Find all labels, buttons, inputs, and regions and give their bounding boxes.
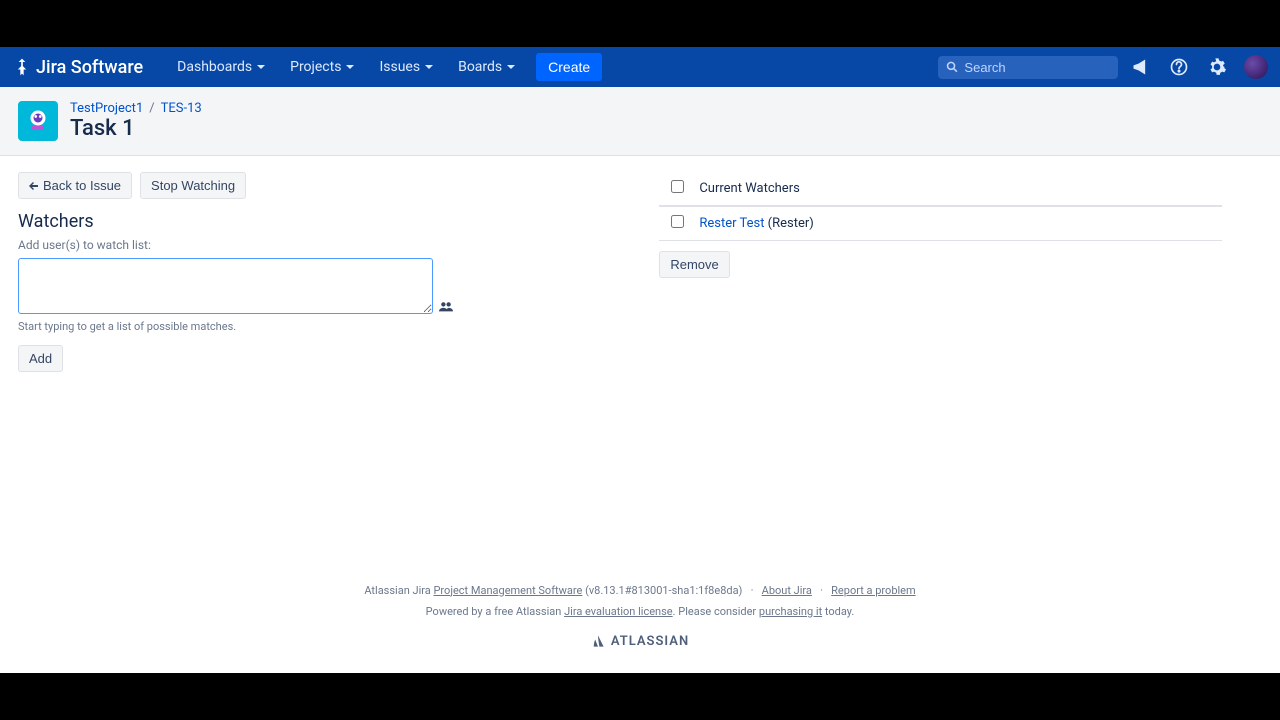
arrow-left-icon <box>29 181 39 191</box>
watchers-heading: Watchers <box>18 211 619 232</box>
footer-report-link[interactable]: Report a problem <box>831 584 916 597</box>
top-nav: Jira Software Dashboards Projects Issues… <box>0 47 1280 87</box>
watcher-link[interactable]: Rester Test <box>699 216 764 231</box>
atlassian-logo[interactable]: ATLASSIAN <box>591 634 689 649</box>
watchers-table: Current Watchers Rester Test (Rester) <box>659 172 1222 241</box>
search-icon <box>946 60 958 74</box>
footer-license-link[interactable]: Jira evaluation license <box>564 605 673 618</box>
help-icon[interactable] <box>1168 56 1190 78</box>
jira-logo[interactable]: Jira Software <box>12 57 143 78</box>
chevron-down-icon <box>256 62 266 72</box>
create-button[interactable]: Create <box>536 53 602 81</box>
footer-pm-link[interactable]: Project Management Software <box>433 584 582 597</box>
remove-button[interactable]: Remove <box>659 251 729 278</box>
search-box[interactable] <box>938 56 1118 79</box>
atlassian-icon <box>591 634 605 648</box>
chevron-down-icon <box>345 62 355 72</box>
user-avatar[interactable] <box>1244 55 1268 79</box>
chevron-down-icon <box>424 62 434 72</box>
nav-boards[interactable]: Boards <box>448 53 526 81</box>
input-hint: Start typing to get a list of possible m… <box>18 320 619 333</box>
table-header-row: Current Watchers <box>659 172 1222 206</box>
brand-text: Jira Software <box>36 57 143 78</box>
table-header-label: Current Watchers <box>695 172 1222 206</box>
nav-issues[interactable]: Issues <box>369 53 444 81</box>
select-all-checkbox[interactable] <box>671 180 684 193</box>
breadcrumb-issue[interactable]: TES-13 <box>161 101 202 116</box>
nav-projects[interactable]: Projects <box>280 53 365 81</box>
add-users-input[interactable] <box>18 258 433 314</box>
jira-icon <box>12 57 32 77</box>
row-checkbox[interactable] <box>671 215 684 228</box>
issue-title: Task 1 <box>70 116 202 141</box>
settings-icon[interactable] <box>1206 56 1228 78</box>
project-avatar[interactable] <box>18 101 58 141</box>
table-row: Rester Test (Rester) <box>659 206 1222 241</box>
chevron-down-icon <box>506 62 516 72</box>
search-input[interactable] <box>964 60 1110 75</box>
page-header: TestProject1 / TES-13 Task 1 <box>0 87 1280 156</box>
watcher-username: (Rester) <box>764 216 813 231</box>
footer-about-link[interactable]: About Jira <box>762 584 812 597</box>
add-button[interactable]: Add <box>18 345 63 372</box>
feedback-icon[interactable] <box>1130 56 1152 78</box>
add-users-label: Add user(s) to watch list: <box>18 238 619 252</box>
back-to-issue-button[interactable]: Back to Issue <box>18 172 132 199</box>
footer: Atlassian Jira Project Management Softwa… <box>0 570 1280 674</box>
stop-watching-button[interactable]: Stop Watching <box>140 172 246 199</box>
breadcrumb-project[interactable]: TestProject1 <box>70 101 143 116</box>
group-icon <box>439 300 453 314</box>
footer-purchase-link[interactable]: purchasing it <box>759 605 822 618</box>
breadcrumb: TestProject1 / TES-13 <box>70 101 202 116</box>
nav-dashboards[interactable]: Dashboards <box>167 53 276 81</box>
